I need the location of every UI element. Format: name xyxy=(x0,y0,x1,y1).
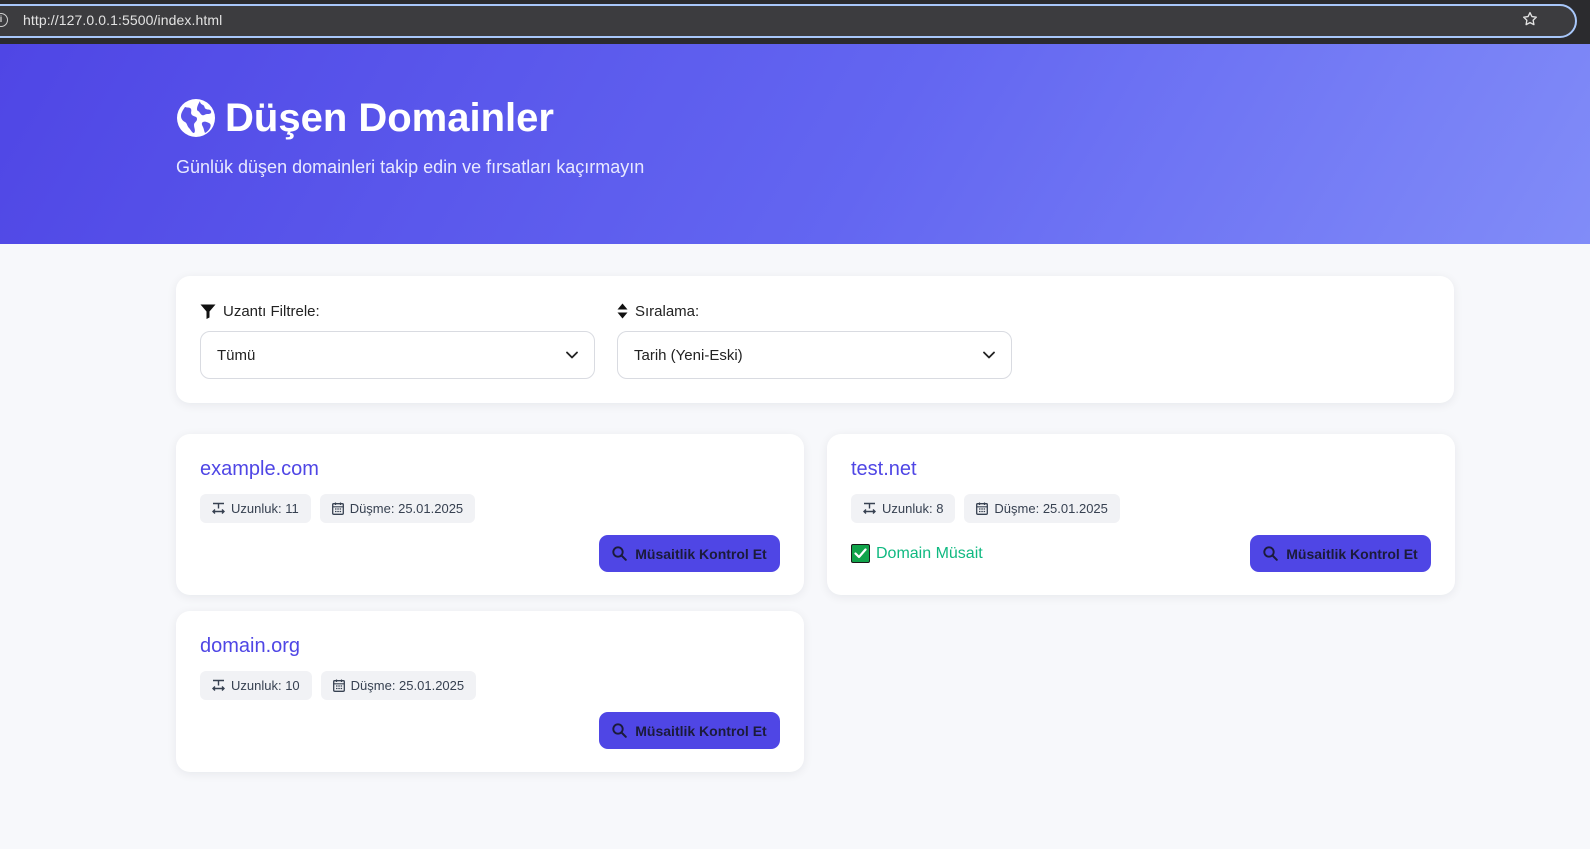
check-availability-button[interactable]: Müsaitlik Kontrol Et xyxy=(599,535,780,572)
text-width-icon xyxy=(212,502,225,514)
length-badge-text: Uzunluk: 8 xyxy=(882,501,944,516)
extension-filter-label: Uzantı Filtrele: xyxy=(200,302,320,320)
extension-select[interactable]: Tümü xyxy=(200,331,595,379)
address-bar[interactable] xyxy=(0,4,1577,38)
chevron-down-icon xyxy=(566,351,578,359)
sort-filter-label: Sıralama: xyxy=(617,302,699,320)
check-availability-button[interactable]: Müsaitlik Kontrol Et xyxy=(599,712,780,749)
page-subtitle: Günlük düşen domainleri takip edin ve fı… xyxy=(176,157,645,177)
text-width-icon xyxy=(863,502,876,514)
check-availability-label: Müsaitlik Kontrol Et xyxy=(635,545,767,562)
date-badge: Düşme: 25.01.2025 xyxy=(319,494,476,523)
search-icon xyxy=(612,546,628,561)
sort-icon xyxy=(617,303,628,319)
check-availability-label: Müsaitlik Kontrol Et xyxy=(1286,545,1418,562)
domain-badges: Uzunluk: 11 Düşme: 25.01.2025 xyxy=(200,494,476,523)
length-badge-text: Uzunluk: 10 xyxy=(231,678,300,693)
browser-toolbar: i http://127.0.0.1:5500/index.html xyxy=(0,0,1590,44)
chevron-down-icon xyxy=(983,351,995,359)
calendar-icon xyxy=(331,502,344,515)
check-mark-icon xyxy=(851,544,870,563)
extension-select-value: Tümü xyxy=(217,346,256,364)
sort-select[interactable]: Tarih (Yeni-Eski) xyxy=(617,331,1012,379)
calendar-icon xyxy=(976,502,989,515)
search-icon xyxy=(1263,546,1279,561)
domain-card: test.net Uzunluk: 8 Düşme: 25.01.2025 Do… xyxy=(827,434,1455,595)
date-badge: Düşme: 25.01.2025 xyxy=(964,494,1120,523)
date-badge-text: Düşme: 25.01.2025 xyxy=(350,678,465,693)
check-availability-button[interactable]: Müsaitlik Kontrol Et xyxy=(1250,535,1431,572)
filter-icon xyxy=(200,304,216,319)
globe-icon xyxy=(177,99,215,137)
date-badge-text: Düşme: 25.01.2025 xyxy=(349,501,464,516)
domain-name[interactable]: example.com xyxy=(200,458,319,481)
domain-name[interactable]: test.net xyxy=(851,458,917,481)
bookmark-star-icon[interactable] xyxy=(1521,10,1539,28)
length-badge: Uzunluk: 10 xyxy=(200,671,312,700)
filter-panel: Uzantı Filtrele: Tümü Sıralama: Tarih (Y… xyxy=(176,276,1454,403)
availability-status: Domain Müsait xyxy=(851,544,983,563)
date-badge-text: Düşme: 25.01.2025 xyxy=(994,501,1108,516)
text-width-icon xyxy=(212,679,225,691)
domain-badges: Uzunluk: 8 Düşme: 25.01.2025 xyxy=(851,494,1120,523)
length-badge-text: Uzunluk: 11 xyxy=(231,501,299,516)
address-url[interactable]: http://127.0.0.1:5500/index.html xyxy=(23,12,222,28)
sort-select-value: Tarih (Yeni-Eski) xyxy=(634,346,743,364)
calendar-icon xyxy=(332,679,345,692)
length-badge: Uzunluk: 11 xyxy=(200,494,311,523)
extension-filter: Uzantı Filtrele: Tümü xyxy=(200,302,595,379)
hero-header: Düşen Domainler Günlük düşen domainleri … xyxy=(0,44,1590,244)
extension-filter-label-text: Uzantı Filtrele: xyxy=(223,302,320,320)
domain-card: domain.org Uzunluk: 10 Düşme: 25.01.2025… xyxy=(176,611,804,772)
page-title: Düşen Domainler xyxy=(225,96,554,140)
check-availability-label: Müsaitlik Kontrol Et xyxy=(635,722,767,739)
domain-name[interactable]: domain.org xyxy=(200,635,300,658)
date-badge: Düşme: 25.01.2025 xyxy=(320,671,477,700)
sort-filter: Sıralama: Tarih (Yeni-Eski) xyxy=(617,302,1012,379)
availability-status-text: Domain Müsait xyxy=(876,544,983,562)
length-badge: Uzunluk: 8 xyxy=(851,494,956,523)
sort-filter-label-text: Sıralama: xyxy=(635,302,700,320)
search-icon xyxy=(612,723,628,738)
domain-badges: Uzunluk: 10 Düşme: 25.01.2025 xyxy=(200,671,477,700)
page-title-row: Düşen Domainler xyxy=(176,96,554,140)
domain-card: example.com Uzunluk: 11 Düşme: 25.01.202… xyxy=(176,434,804,595)
